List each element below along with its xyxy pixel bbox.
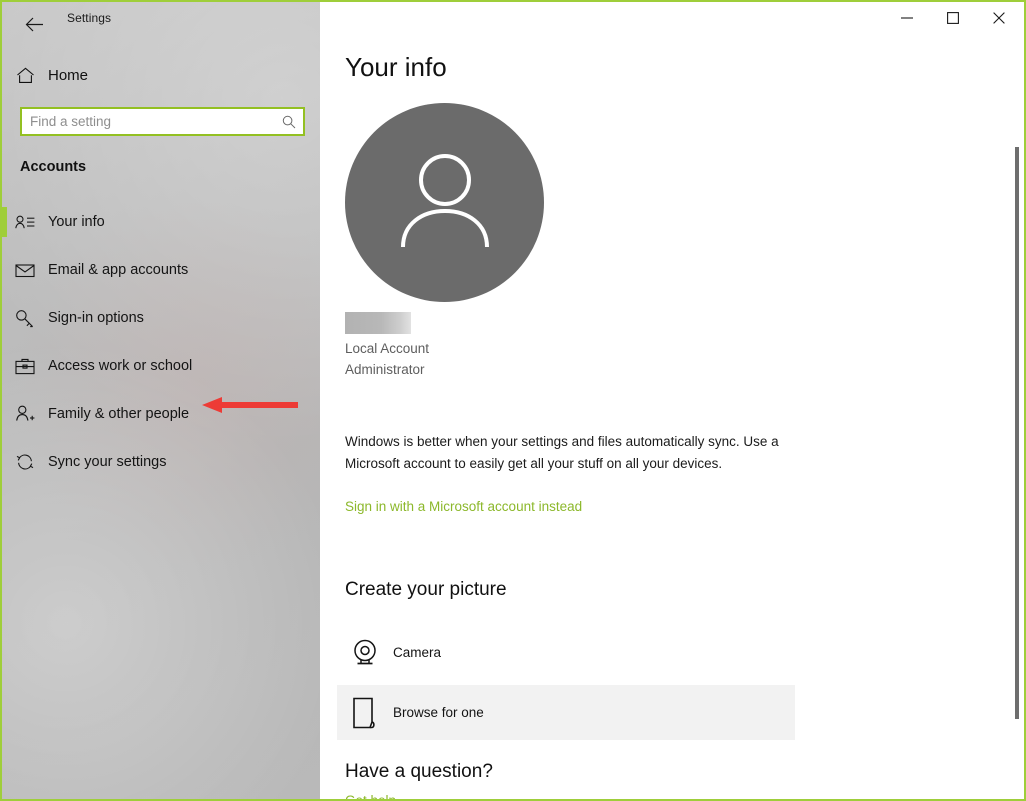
- webcam-icon: [337, 638, 393, 668]
- scrollbar-thumb[interactable]: [1015, 147, 1019, 719]
- sidebar-item-label: Email & app accounts: [48, 262, 189, 278]
- home-icon: [2, 67, 48, 84]
- envelope-icon: [2, 263, 48, 278]
- back-button[interactable]: [14, 6, 54, 42]
- contact-card-icon: [2, 215, 48, 230]
- sidebar-item-label: Sync your settings: [48, 454, 167, 470]
- title-bar: Settings: [2, 2, 320, 50]
- section-heading-accounts: Accounts: [20, 159, 87, 175]
- add-person-icon: [2, 405, 48, 423]
- app-title: Settings: [67, 11, 112, 25]
- maximize-button[interactable]: [930, 2, 976, 34]
- create-picture-option-camera[interactable]: Camera: [337, 625, 795, 680]
- create-picture-option-browse[interactable]: Browse for one: [337, 685, 795, 740]
- username-redacted: [345, 312, 411, 334]
- sidebar-item-your-info[interactable]: Your info: [2, 198, 320, 246]
- sidebar-item-access-work-or-school[interactable]: Access work or school: [2, 342, 320, 390]
- account-line: Administrator: [345, 362, 425, 377]
- sidebar-item-label: Family & other people: [48, 406, 190, 422]
- sidebar-item-label: Access work or school: [48, 358, 193, 374]
- home-label: Home: [48, 66, 89, 84]
- person-avatar-icon: [391, 152, 499, 253]
- sync-description: Windows is better when your settings and…: [345, 434, 779, 471]
- create-picture-option-label: Browse for one: [393, 705, 484, 720]
- search-box[interactable]: [20, 107, 305, 136]
- sidebar-item-label: Your info: [48, 214, 105, 230]
- selected-indicator: [2, 207, 7, 237]
- key-icon: [2, 309, 48, 328]
- main-content: Your info Local Account Administrator Wi…: [320, 2, 1024, 799]
- back-arrow-icon: [25, 17, 44, 32]
- search-input[interactable]: [22, 109, 275, 134]
- sidebar-item-sign-in-options[interactable]: Sign-in options: [2, 294, 320, 342]
- sidebar-item-family-other-people[interactable]: Family & other people: [2, 390, 320, 438]
- document-icon: [337, 697, 393, 729]
- sidebar-item-label: Sign-in options: [48, 310, 144, 326]
- sync-icon: [2, 453, 48, 471]
- page-title: Your info: [345, 52, 447, 82]
- question-heading: Have a question?: [345, 761, 493, 782]
- create-picture-option-label: Camera: [393, 645, 442, 660]
- settings-window: Settings Home Accounts: [0, 0, 1026, 801]
- search-icon[interactable]: [275, 115, 303, 129]
- vertical-scrollbar[interactable]: [1011, 34, 1023, 799]
- sidebar: Settings Home Accounts: [2, 2, 320, 799]
- sidebar-item-sync-your-settings[interactable]: Sync your settings: [2, 438, 320, 486]
- briefcase-icon: [2, 358, 48, 375]
- account-line: Local Account: [345, 341, 430, 356]
- create-picture-heading: Create your picture: [345, 579, 507, 600]
- sidebar-item-email-app-accounts[interactable]: Email & app accounts: [2, 246, 320, 294]
- get-help-link[interactable]: Get help: [345, 793, 396, 799]
- sidebar-item-home[interactable]: Home: [2, 60, 320, 90]
- close-button[interactable]: [976, 2, 1022, 34]
- window-controls: [884, 2, 1022, 34]
- avatar[interactable]: [345, 103, 544, 302]
- microsoft-signin-link[interactable]: Sign in with a Microsoft account instead: [345, 499, 582, 514]
- minimize-button[interactable]: [884, 2, 930, 34]
- account-type: Local Account Administrator: [345, 338, 429, 380]
- sidebar-nav: Your info Email & app accounts Sign-in o…: [2, 198, 320, 486]
